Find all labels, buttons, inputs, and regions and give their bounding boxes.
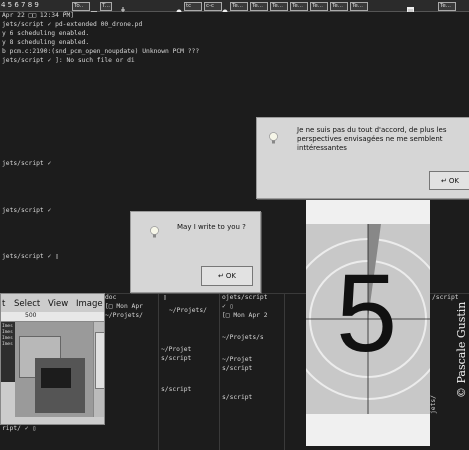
taskbar-item[interactable]: Te... xyxy=(438,2,456,11)
photo-credit: © Pascale Gustin xyxy=(455,301,468,398)
ruler-value: 500 xyxy=(25,312,37,319)
taskbar-item[interactable]: tc xyxy=(184,2,202,11)
terminal-line: jets/ xyxy=(430,395,437,414)
menu-select[interactable]: Select xyxy=(14,299,40,309)
message-dialog[interactable]: May I write to you ? ↵ OK xyxy=(130,211,261,293)
leader-frame: 5 xyxy=(306,224,430,414)
terminal-line: [□ Mon Apr xyxy=(105,303,143,310)
terminal-line: [□ Mon Apr 2 xyxy=(222,312,268,319)
terminal-prompt: jets/script ✓ ▯ xyxy=(2,253,59,260)
ok-button[interactable]: ↵ OK xyxy=(201,266,253,286)
ok-button-label: OK xyxy=(448,176,459,185)
terminal-prompt: ript/ ✓ ▯ xyxy=(2,425,37,432)
taskbar: 4 5 6 7 8 9 To.. T... tc c-c Te... Te...… xyxy=(0,0,469,17)
taskbar-item[interactable]: Te... xyxy=(330,2,348,11)
dialog-message: May I write to you ? xyxy=(177,223,246,231)
terminal-line: y 6 scheduling enabled. xyxy=(2,30,90,37)
menu-image[interactable]: Image xyxy=(76,299,103,309)
terminal-line: ▯ xyxy=(163,294,167,301)
lightbulb-icon xyxy=(269,130,278,149)
image-editor-window[interactable]: t Select View Image 500 Imes Imes Imes I… xyxy=(0,293,105,425)
terminal-line: s/script xyxy=(161,355,192,362)
taskbar-item[interactable]: c-c xyxy=(204,2,222,11)
terminal-line: ~/Projet xyxy=(222,356,253,363)
ok-button[interactable]: ↵ OK xyxy=(429,171,469,190)
taskbar-item[interactable]: Te... xyxy=(350,2,368,11)
countdown-leader-video: 5 xyxy=(306,200,430,446)
nested-terminal xyxy=(41,368,71,388)
scrollbar-thumb[interactable] xyxy=(95,332,104,389)
bulb-icon[interactable] xyxy=(176,2,182,17)
canvas[interactable] xyxy=(15,322,93,417)
message-dialog[interactable]: Je ne suis pas du tout d'accord, de plus… xyxy=(256,117,469,199)
ok-button-label: OK xyxy=(225,272,236,280)
taskbar-item[interactable]: Te... xyxy=(230,2,248,11)
terminal-line: jets/script ✓ pd-extended 00_drone.pd xyxy=(2,21,143,28)
taskbar-item[interactable]: Te... xyxy=(290,2,308,11)
terminal-line: Apr 22 □□ 12:34 PM] xyxy=(2,12,75,19)
terminal-line: ~/Projets/s xyxy=(222,334,264,341)
ok-check-icon: ↵ xyxy=(441,176,447,185)
terminal-line: ojets/script xyxy=(222,294,268,301)
terminal-line: ~/Projets/ xyxy=(105,312,143,319)
terminal-line: ~/Projets/ xyxy=(169,307,207,314)
taskbar-item[interactable]: Te... xyxy=(310,2,328,11)
ruler: 500 xyxy=(1,312,104,322)
vertical-scrollbar[interactable] xyxy=(93,322,104,417)
terminal-line: s/script xyxy=(222,394,253,401)
lightbulb-icon xyxy=(150,224,159,243)
ok-check-icon: ↵ xyxy=(218,272,224,280)
terminal-pane[interactable]: ▯ ~/Projets/ ~/Projet s/script s/script xyxy=(159,294,219,450)
terminal-line: doc xyxy=(105,294,117,301)
tool-icon[interactable] xyxy=(90,2,98,16)
terminal-line: ~/Projet xyxy=(161,346,192,353)
taskbar-item[interactable]: T... xyxy=(100,2,112,11)
terminal-line: s/script xyxy=(222,365,253,372)
terminal-line: jets/script ✓ ]: No such file or di xyxy=(2,57,135,64)
taskbar-workspace-numbers[interactable]: 4 5 6 7 8 9 xyxy=(1,1,39,10)
terminal-line: ✓ ▯ xyxy=(222,303,234,310)
sheep-icon[interactable] xyxy=(62,2,70,17)
bulb-icon[interactable] xyxy=(222,2,228,17)
countdown-number: 5 xyxy=(336,252,398,375)
taskbar-item[interactable]: To.. xyxy=(72,2,90,11)
taskbar-item[interactable]: Te... xyxy=(250,2,268,11)
taskbar-item[interactable]: Te... xyxy=(270,2,288,11)
pin-icon[interactable] xyxy=(120,1,126,16)
document-icon[interactable] xyxy=(406,1,416,16)
terminal-prompt: jets/script ✓ xyxy=(2,207,52,214)
terminal-line: b pcm.c:2190:(snd_pcm_open_noupdate) Unk… xyxy=(2,48,200,55)
terminal-prompt: jets/script ✓ xyxy=(2,160,52,167)
pane-divider xyxy=(284,294,285,450)
layer-list[interactable]: Imes Imes Imes Imes xyxy=(1,322,15,382)
terminal-pane[interactable]: doc [□ Mon Apr ~/Projets/ xyxy=(103,294,158,450)
menu-item[interactable]: t xyxy=(2,299,5,309)
dialog-message: Je ne suis pas du tout d'accord, de plus… xyxy=(297,126,447,152)
terminal-line: s/script xyxy=(161,386,192,393)
terminal-line: y 8 scheduling enabled. xyxy=(2,39,90,46)
menu-view[interactable]: View xyxy=(48,299,68,309)
list-item[interactable]: Imes xyxy=(2,342,13,348)
terminal-pane[interactable]: ojets/script ✓ ▯ [□ Mon Apr 2 ~/Projets/… xyxy=(220,294,284,450)
